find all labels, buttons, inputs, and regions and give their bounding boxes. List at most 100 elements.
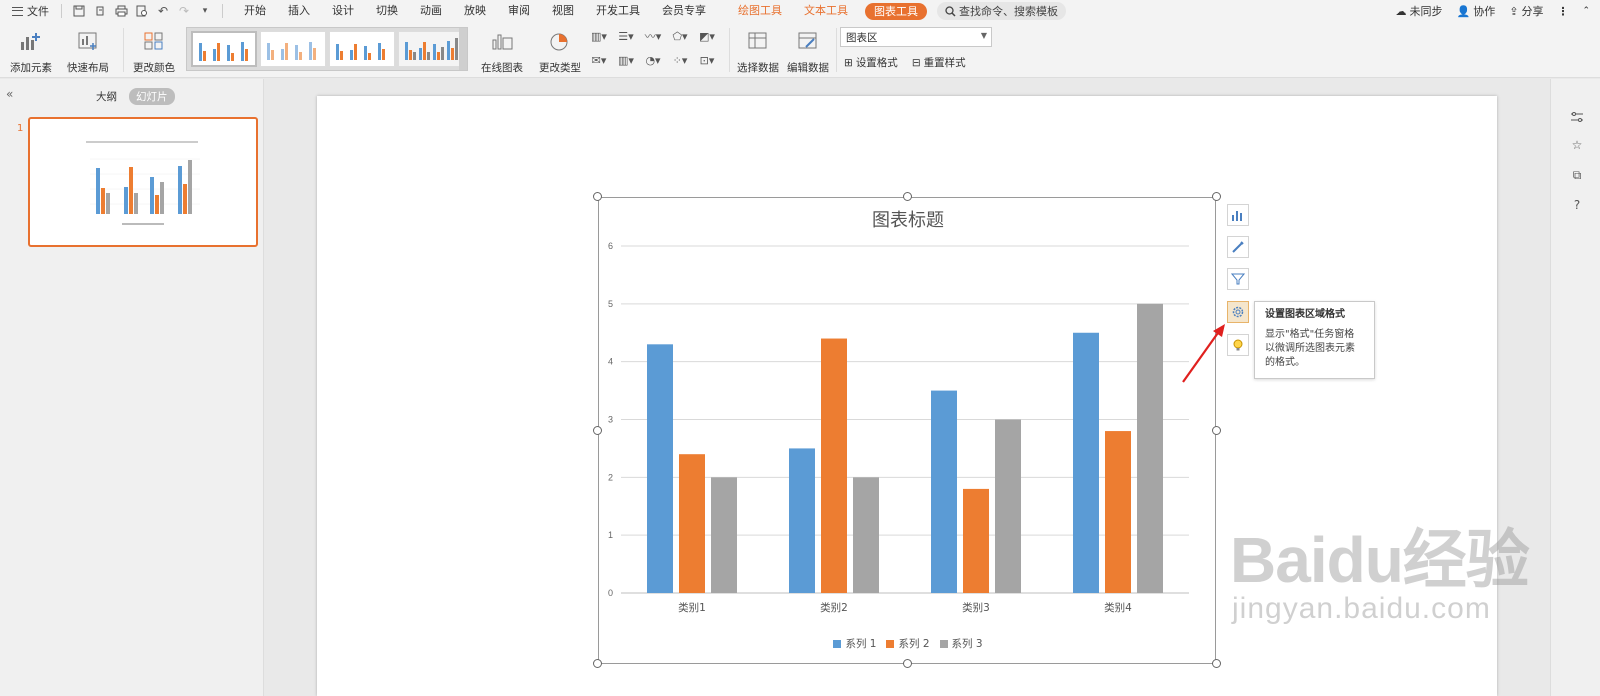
change-color-button[interactable]: 更改颜色: [133, 28, 175, 75]
print-icon[interactable]: [114, 4, 128, 18]
combo-chart-icon[interactable]: ⊡▾: [697, 52, 717, 68]
bar-chart-icon[interactable]: ☰▾: [616, 28, 636, 44]
bar-3-2[interactable]: [853, 477, 879, 593]
tab-view[interactable]: 视图: [541, 0, 585, 22]
column-chart-icon[interactable]: ▥▾: [589, 28, 609, 44]
bar-1-4[interactable]: [1073, 332, 1099, 593]
resize-handle-top[interactable]: [903, 192, 912, 201]
tab-slides[interactable]: 幻灯片: [129, 88, 175, 105]
command-search[interactable]: 查找命令、搜索模板: [937, 2, 1066, 20]
tab-slideshow[interactable]: 放映: [453, 0, 497, 22]
resize-handle-top-right[interactable]: [1212, 192, 1221, 201]
bar-2-3[interactable]: [963, 488, 989, 593]
save-icon[interactable]: [72, 4, 86, 18]
tab-home[interactable]: 开始: [233, 0, 277, 22]
add-element-button[interactable]: 添加元素: [10, 28, 52, 75]
bar-2-2[interactable]: [821, 338, 847, 593]
bar-1-3[interactable]: [931, 390, 957, 593]
legend-item[interactable]: 系列 1: [833, 636, 876, 651]
change-color-label: 更改颜色: [133, 62, 175, 74]
tab-insert[interactable]: 插入: [277, 0, 321, 22]
tab-drawing-tools[interactable]: 绘图工具: [727, 0, 793, 22]
slide-thumbnail-1[interactable]: [28, 117, 258, 247]
tab-outline[interactable]: 大纲: [96, 89, 117, 104]
chart-elements-button[interactable]: [1227, 204, 1249, 226]
sync-button[interactable]: ☁ 未同步: [1396, 3, 1443, 19]
area-chart-icon[interactable]: ◩▾: [697, 28, 717, 44]
legend-swatch: [833, 639, 842, 648]
properties-icon[interactable]: [1569, 109, 1585, 125]
watermark: Baidu经验 jingyan.baidu.com: [1230, 528, 1530, 626]
share-button[interactable]: ⇪ 分享: [1509, 3, 1543, 19]
file-menu[interactable]: 文件: [0, 0, 57, 22]
bar-2-4[interactable]: [1105, 431, 1131, 593]
radar-chart-icon[interactable]: ⬠▾: [670, 28, 690, 44]
chart-element-selector[interactable]: 图表区 ▼: [840, 27, 992, 47]
set-format-button[interactable]: ⊞ 设置格式: [844, 55, 898, 70]
undo-icon[interactable]: ↶: [156, 4, 170, 18]
chart-area[interactable]: 图表标题 0 1 2 3 4 5 6 类别1 类别2 类别3 类别4 系列 1 系列 2 系列 3: [598, 197, 1216, 664]
tab-developer[interactable]: 开发工具: [585, 0, 651, 22]
resize-handle-top-left[interactable]: [593, 192, 602, 201]
more-icon[interactable]: ⋮: [1557, 5, 1568, 18]
chevron-down-icon: ▼: [980, 31, 987, 40]
x-tick-label: 类别2: [820, 601, 848, 614]
collapse-ribbon-icon[interactable]: ⌃: [1582, 6, 1590, 16]
chart-legend[interactable]: 系列 1 系列 2 系列 3: [599, 636, 1217, 651]
bar-1-1[interactable]: [647, 344, 673, 593]
change-type-button[interactable]: 更改类型: [539, 28, 581, 75]
chart-styles-button[interactable]: [1227, 236, 1249, 258]
quick-layout-button[interactable]: 快速布局: [67, 28, 109, 75]
online-chart-button[interactable]: 在线图表: [481, 28, 523, 75]
scatter-chart-icon[interactable]: ⁘▾: [670, 52, 690, 68]
export-pdf-icon[interactable]: [93, 4, 107, 18]
collapse-pane-icon[interactable]: «: [6, 87, 13, 101]
reset-style-button[interactable]: ⊟ 重置样式: [912, 55, 966, 70]
y-tick-label: 6: [608, 241, 613, 251]
chart-style-3[interactable]: [329, 31, 395, 67]
bar-1-2[interactable]: [789, 448, 815, 593]
mail-chart-icon[interactable]: ✉▾: [589, 52, 609, 68]
chart-style-4[interactable]: [398, 31, 464, 67]
stacked-chart-icon[interactable]: ▥▾: [616, 52, 636, 68]
help-icon[interactable]: ?: [1569, 197, 1585, 213]
chart-style-1[interactable]: [191, 31, 257, 67]
tab-design[interactable]: 设计: [321, 0, 365, 22]
tab-review[interactable]: 审阅: [497, 0, 541, 22]
legend-item[interactable]: 系列 2: [886, 636, 930, 651]
print-preview-icon[interactable]: [135, 4, 149, 18]
legend-item[interactable]: 系列 3: [939, 636, 983, 651]
chart-style-2[interactable]: [260, 31, 326, 67]
tooltip-title: 设置图表区域格式: [1265, 309, 1345, 320]
gallery-scroll-button[interactable]: [459, 28, 467, 70]
collaborate-button[interactable]: 👤 协作: [1457, 3, 1496, 19]
bar-3-1[interactable]: [711, 477, 737, 593]
select-data-button[interactable]: 选择数据: [737, 28, 779, 75]
magic-icon[interactable]: ☆: [1569, 137, 1585, 153]
backup-icon[interactable]: ⧉: [1569, 167, 1585, 183]
set-format-label: 设置格式: [855, 57, 898, 69]
customize-dropdown-icon[interactable]: ▾: [198, 4, 212, 18]
tab-animations[interactable]: 动画: [409, 0, 453, 22]
bar-2-1[interactable]: [679, 454, 705, 593]
tab-text-tools[interactable]: 文本工具: [793, 0, 859, 22]
chart-filter-button[interactable]: [1227, 268, 1249, 290]
divider: [729, 28, 730, 72]
edit-data-button[interactable]: 编辑数据: [787, 28, 829, 75]
resize-handle-bottom[interactable]: [903, 659, 912, 668]
redo-icon[interactable]: ↷: [177, 4, 191, 18]
resize-handle-bottom-right[interactable]: [1212, 659, 1221, 668]
resize-handle-left[interactable]: [593, 426, 602, 435]
tab-membership[interactable]: 会员专享: [651, 0, 717, 22]
pie-chart-icon[interactable]: ◔▾: [643, 52, 663, 68]
resize-handle-bottom-left[interactable]: [593, 659, 602, 668]
bar-3-3[interactable]: [995, 419, 1021, 594]
chart-elements-icon: [1232, 211, 1242, 221]
line-chart-icon[interactable]: 〰▾: [643, 28, 663, 44]
tab-transitions[interactable]: 切换: [365, 0, 409, 22]
tab-chart-tools[interactable]: 图表工具: [865, 2, 927, 20]
chart-format-area-button[interactable]: [1227, 301, 1249, 323]
resize-handle-right[interactable]: [1212, 426, 1221, 435]
bar-3-4[interactable]: [1137, 303, 1163, 593]
chart-suggestion-button[interactable]: [1227, 334, 1249, 356]
